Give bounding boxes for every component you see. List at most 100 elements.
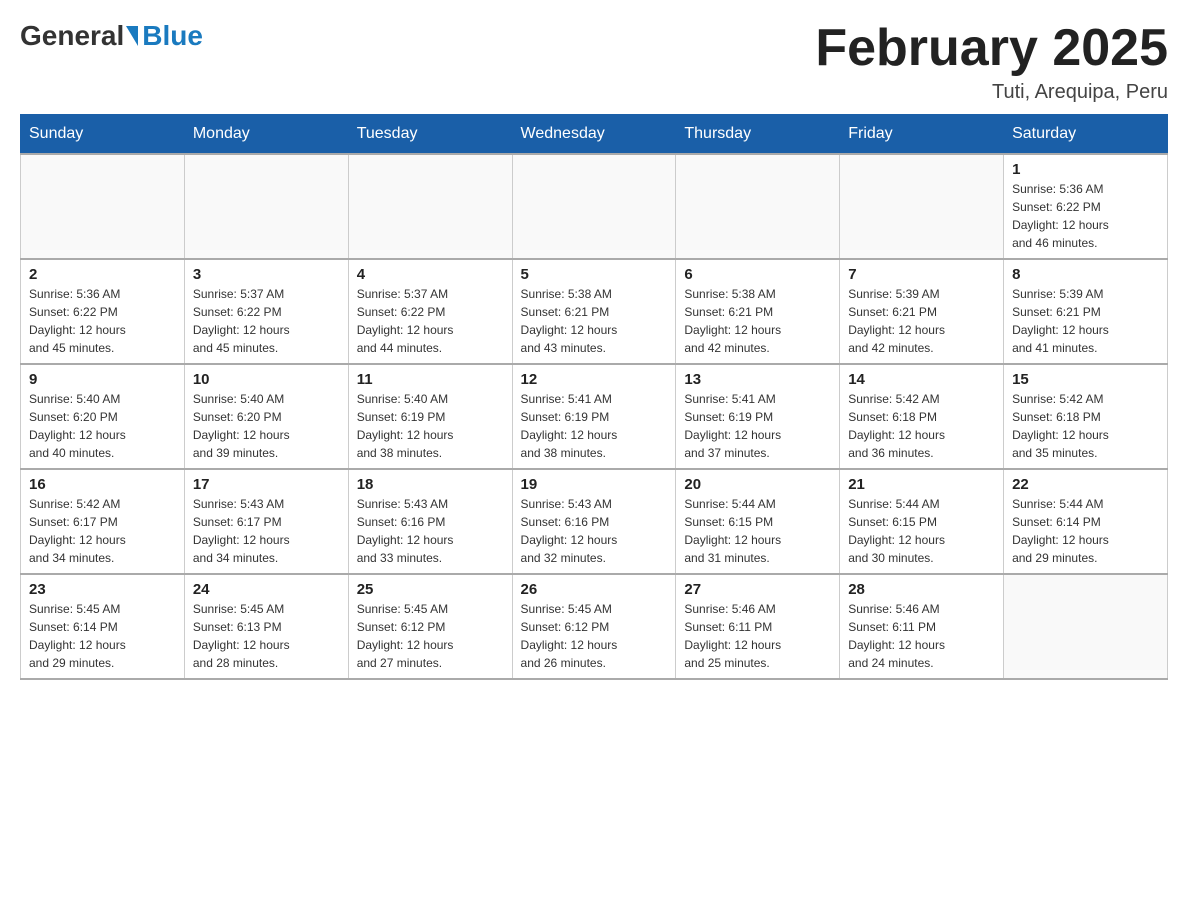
day-number: 25	[357, 581, 504, 598]
day-info: Sunrise: 5:45 AM Sunset: 6:13 PM Dayligh…	[193, 600, 340, 672]
day-info: Sunrise: 5:40 AM Sunset: 6:20 PM Dayligh…	[193, 390, 340, 462]
calendar-cell: 5 Sunrise: 5:38 AM Sunset: 6:21 PM Daylig…	[512, 259, 676, 364]
day-number: 12	[521, 371, 668, 388]
day-info: Sunrise: 5:40 AM Sunset: 6:19 PM Dayligh…	[357, 390, 504, 462]
calendar-cell: 23 Sunrise: 5:45 AM Sunset: 6:14 PM Dayli…	[21, 574, 185, 679]
calendar-cell	[348, 154, 512, 259]
calendar-cell: 18 Sunrise: 5:43 AM Sunset: 6:16 PM Dayli…	[348, 469, 512, 574]
weekday-header-saturday: Saturday	[1004, 115, 1168, 155]
day-info: Sunrise: 5:46 AM Sunset: 6:11 PM Dayligh…	[684, 600, 831, 672]
calendar-cell: 20 Sunrise: 5:44 AM Sunset: 6:15 PM Dayli…	[676, 469, 840, 574]
day-info: Sunrise: 5:45 AM Sunset: 6:14 PM Dayligh…	[29, 600, 176, 672]
calendar-cell: 10 Sunrise: 5:40 AM Sunset: 6:20 PM Dayli…	[184, 364, 348, 469]
day-info: Sunrise: 5:39 AM Sunset: 6:21 PM Dayligh…	[848, 285, 995, 357]
day-number: 19	[521, 476, 668, 493]
day-info: Sunrise: 5:42 AM Sunset: 6:18 PM Dayligh…	[1012, 390, 1159, 462]
day-info: Sunrise: 5:37 AM Sunset: 6:22 PM Dayligh…	[193, 285, 340, 357]
location-text: Tuti, Arequipa, Peru	[815, 81, 1168, 104]
calendar-cell	[21, 154, 185, 259]
calendar-week-row: 2 Sunrise: 5:36 AM Sunset: 6:22 PM Daylig…	[21, 259, 1168, 364]
logo-blue-text: Blue	[142, 20, 203, 52]
weekday-header-sunday: Sunday	[21, 115, 185, 155]
calendar-cell: 27 Sunrise: 5:46 AM Sunset: 6:11 PM Dayli…	[676, 574, 840, 679]
calendar-cell: 15Sunrise: 5:42 AM Sunset: 6:18 PM Dayli…	[1004, 364, 1168, 469]
day-number: 7	[848, 266, 995, 283]
calendar-cell	[512, 154, 676, 259]
day-number: 16	[29, 476, 176, 493]
day-info: Sunrise: 5:38 AM Sunset: 6:21 PM Dayligh…	[684, 285, 831, 357]
calendar-cell: 24 Sunrise: 5:45 AM Sunset: 6:13 PM Dayli…	[184, 574, 348, 679]
day-number: 21	[848, 476, 995, 493]
month-title: February 2025	[815, 20, 1168, 77]
day-number: 22	[1012, 476, 1159, 493]
calendar-cell: 12Sunrise: 5:41 AM Sunset: 6:19 PM Dayli…	[512, 364, 676, 469]
day-number: 3	[193, 266, 340, 283]
logo: General Blue	[20, 20, 203, 52]
day-number: 18	[357, 476, 504, 493]
day-number: 2	[29, 266, 176, 283]
day-number: 13	[684, 371, 831, 388]
calendar-week-row: 23 Sunrise: 5:45 AM Sunset: 6:14 PM Dayli…	[21, 574, 1168, 679]
day-info: Sunrise: 5:36 AM Sunset: 6:22 PM Dayligh…	[1012, 180, 1159, 252]
calendar-cell: 8Sunrise: 5:39 AM Sunset: 6:21 PM Daylig…	[1004, 259, 1168, 364]
day-number: 4	[357, 266, 504, 283]
weekday-header-wednesday: Wednesday	[512, 115, 676, 155]
calendar-cell: 25 Sunrise: 5:45 AM Sunset: 6:12 PM Dayli…	[348, 574, 512, 679]
calendar-table: SundayMondayTuesdayWednesdayThursdayFrid…	[20, 114, 1168, 680]
calendar-cell: 7 Sunrise: 5:39 AM Sunset: 6:21 PM Daylig…	[840, 259, 1004, 364]
calendar-week-row: 1 Sunrise: 5:36 AM Sunset: 6:22 PM Daylig…	[21, 154, 1168, 259]
calendar-cell: 6 Sunrise: 5:38 AM Sunset: 6:21 PM Daylig…	[676, 259, 840, 364]
day-number: 14	[848, 371, 995, 388]
calendar-week-row: 9 Sunrise: 5:40 AM Sunset: 6:20 PM Daylig…	[21, 364, 1168, 469]
calendar-cell	[840, 154, 1004, 259]
day-number: 27	[684, 581, 831, 598]
day-info: Sunrise: 5:45 AM Sunset: 6:12 PM Dayligh…	[357, 600, 504, 672]
day-number: 26	[521, 581, 668, 598]
day-info: Sunrise: 5:43 AM Sunset: 6:17 PM Dayligh…	[193, 495, 340, 567]
day-info: Sunrise: 5:44 AM Sunset: 6:15 PM Dayligh…	[684, 495, 831, 567]
day-number: 24	[193, 581, 340, 598]
day-number: 28	[848, 581, 995, 598]
calendar-week-row: 16Sunrise: 5:42 AM Sunset: 6:17 PM Dayli…	[21, 469, 1168, 574]
weekday-header-monday: Monday	[184, 115, 348, 155]
day-info: Sunrise: 5:36 AM Sunset: 6:22 PM Dayligh…	[29, 285, 176, 357]
day-info: Sunrise: 5:39 AM Sunset: 6:21 PM Dayligh…	[1012, 285, 1159, 357]
day-info: Sunrise: 5:41 AM Sunset: 6:19 PM Dayligh…	[684, 390, 831, 462]
logo-triangle-icon	[126, 26, 138, 46]
day-info: Sunrise: 5:45 AM Sunset: 6:12 PM Dayligh…	[521, 600, 668, 672]
calendar-cell	[676, 154, 840, 259]
page-header: General Blue February 2025 Tuti, Arequip…	[20, 20, 1168, 104]
day-number: 20	[684, 476, 831, 493]
day-info: Sunrise: 5:44 AM Sunset: 6:15 PM Dayligh…	[848, 495, 995, 567]
title-section: February 2025 Tuti, Arequipa, Peru	[815, 20, 1168, 104]
weekday-header-tuesday: Tuesday	[348, 115, 512, 155]
calendar-cell: 1 Sunrise: 5:36 AM Sunset: 6:22 PM Daylig…	[1004, 154, 1168, 259]
weekday-header-row: SundayMondayTuesdayWednesdayThursdayFrid…	[21, 115, 1168, 155]
calendar-cell: 9 Sunrise: 5:40 AM Sunset: 6:20 PM Daylig…	[21, 364, 185, 469]
weekday-header-friday: Friday	[840, 115, 1004, 155]
calendar-cell	[1004, 574, 1168, 679]
day-number: 9	[29, 371, 176, 388]
day-number: 5	[521, 266, 668, 283]
day-number: 17	[193, 476, 340, 493]
calendar-cell: 19Sunrise: 5:43 AM Sunset: 6:16 PM Dayli…	[512, 469, 676, 574]
day-info: Sunrise: 5:40 AM Sunset: 6:20 PM Dayligh…	[29, 390, 176, 462]
calendar-cell: 13 Sunrise: 5:41 AM Sunset: 6:19 PM Dayli…	[676, 364, 840, 469]
day-number: 1	[1012, 161, 1159, 178]
calendar-cell	[184, 154, 348, 259]
day-info: Sunrise: 5:38 AM Sunset: 6:21 PM Dayligh…	[521, 285, 668, 357]
day-number: 6	[684, 266, 831, 283]
calendar-cell: 4Sunrise: 5:37 AM Sunset: 6:22 PM Daylig…	[348, 259, 512, 364]
day-info: Sunrise: 5:43 AM Sunset: 6:16 PM Dayligh…	[357, 495, 504, 567]
calendar-cell: 11Sunrise: 5:40 AM Sunset: 6:19 PM Dayli…	[348, 364, 512, 469]
calendar-cell: 28 Sunrise: 5:46 AM Sunset: 6:11 PM Dayli…	[840, 574, 1004, 679]
calendar-cell: 21 Sunrise: 5:44 AM Sunset: 6:15 PM Dayli…	[840, 469, 1004, 574]
weekday-header-thursday: Thursday	[676, 115, 840, 155]
day-number: 10	[193, 371, 340, 388]
day-info: Sunrise: 5:46 AM Sunset: 6:11 PM Dayligh…	[848, 600, 995, 672]
logo-general-text: General	[20, 20, 124, 52]
calendar-cell: 16Sunrise: 5:42 AM Sunset: 6:17 PM Dayli…	[21, 469, 185, 574]
calendar-cell: 17 Sunrise: 5:43 AM Sunset: 6:17 PM Dayli…	[184, 469, 348, 574]
calendar-cell: 14Sunrise: 5:42 AM Sunset: 6:18 PM Dayli…	[840, 364, 1004, 469]
day-number: 23	[29, 581, 176, 598]
